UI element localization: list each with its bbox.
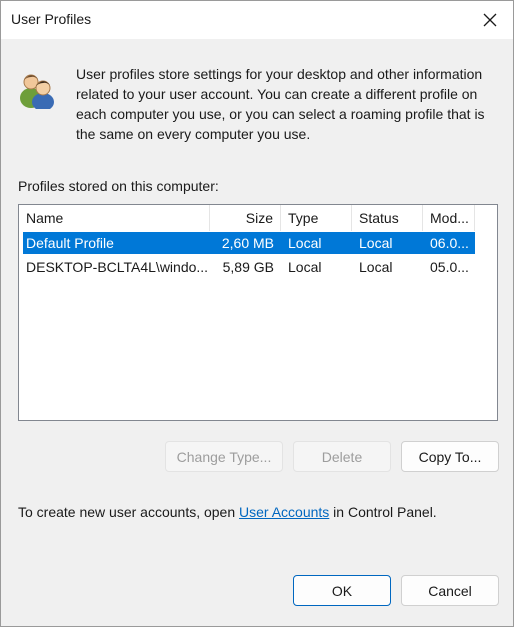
ok-button[interactable]: OK: [293, 575, 391, 606]
cell-status: Local: [359, 235, 393, 251]
cell-size: 2,60 MB: [221, 235, 274, 251]
column-header-modified[interactable]: Mod...: [423, 205, 475, 231]
close-icon: [483, 13, 497, 27]
delete-button[interactable]: Delete: [293, 441, 391, 472]
cell-size: 5,89 GB: [222, 259, 274, 275]
list-header: Name Size Type Status Mod...: [19, 205, 497, 231]
profiles-list[interactable]: Name Size Type Status Mod... Default Pro…: [18, 204, 498, 421]
footer-suffix: in Control Panel.: [329, 504, 437, 520]
cell-name: Default Profile: [26, 235, 114, 251]
profiles-list-label: Profiles stored on this computer:: [18, 178, 219, 194]
cell-type: Local: [288, 259, 322, 275]
copy-to-button[interactable]: Copy To...: [401, 441, 499, 472]
title-bar: User Profiles: [1, 1, 513, 39]
cell-modified: 06.0...: [430, 235, 469, 251]
column-header-type[interactable]: Type: [281, 205, 352, 231]
column-header-status[interactable]: Status: [352, 205, 423, 231]
user-profiles-dialog: User Profiles User profiles store settin…: [0, 0, 514, 627]
dialog-content: User profiles store settings for your de…: [1, 39, 513, 626]
window-title: User Profiles: [11, 11, 92, 27]
table-row[interactable]: Default Profile 2,60 MB Local Local 06.0…: [23, 232, 475, 254]
user-accounts-link[interactable]: User Accounts: [239, 504, 329, 520]
column-header-name[interactable]: Name: [19, 205, 210, 231]
intro-text: User profiles store settings for your de…: [76, 66, 485, 142]
column-header-size[interactable]: Size: [210, 205, 281, 231]
cell-status: Local: [359, 259, 393, 275]
close-button[interactable]: [467, 1, 513, 39]
cell-type: Local: [288, 235, 322, 251]
table-row[interactable]: DESKTOP-BCLTA4L\windo... 5,89 GB Local L…: [23, 256, 475, 278]
users-icon: [20, 74, 54, 109]
footer-prefix: To create new user accounts, open: [18, 504, 240, 520]
cell-modified: 05.0...: [430, 259, 469, 275]
cell-name: DESKTOP-BCLTA4L\windo...: [26, 259, 209, 275]
change-type-button[interactable]: Change Type...: [165, 441, 283, 472]
cancel-button[interactable]: Cancel: [401, 575, 499, 606]
footer-text: To create new user accounts, open User A…: [18, 504, 437, 520]
